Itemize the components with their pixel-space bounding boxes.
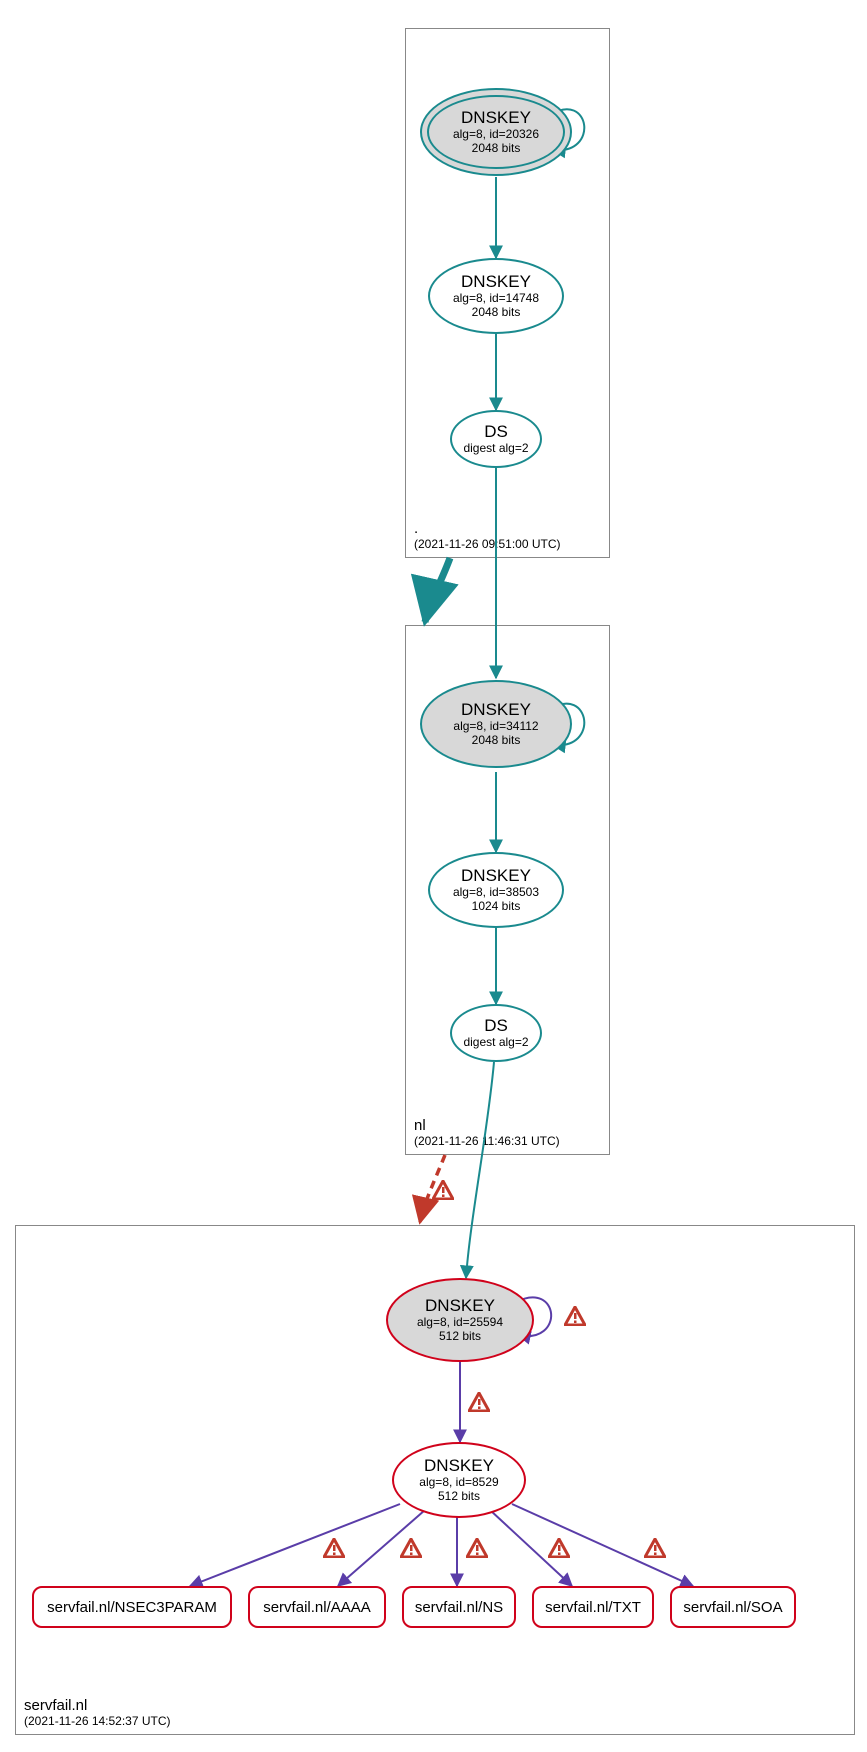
rrset-label: servfail.nl/NS bbox=[415, 1599, 503, 1616]
dnskey-nl-ksk: DNSKEY alg=8, id=34112 2048 bits bbox=[420, 680, 572, 768]
dnskey-nl-zsk: DNSKEY alg=8, id=38503 1024 bits bbox=[428, 852, 564, 928]
zone-nl-label: nl (2021-11-26 11:46:31 UTC) bbox=[414, 1117, 560, 1148]
node-sub2: 2048 bits bbox=[472, 734, 521, 748]
node-sub2: 2048 bits bbox=[472, 142, 521, 156]
rrset-label: servfail.nl/AAAA bbox=[263, 1599, 371, 1616]
node-title: DNSKEY bbox=[461, 866, 531, 886]
rrset-label: servfail.nl/SOA bbox=[683, 1599, 782, 1616]
node-title: DNSKEY bbox=[461, 700, 531, 720]
node-sub1: alg=8, id=34112 bbox=[453, 720, 538, 734]
zone-servfail-label: servfail.nl (2021-11-26 14:52:37 UTC) bbox=[24, 1697, 171, 1728]
node-title: DNSKEY bbox=[425, 1296, 495, 1316]
zone-sf-name: servfail.nl bbox=[24, 1697, 171, 1714]
ds-nl: DS digest alg=2 bbox=[450, 1004, 542, 1062]
zone-root-ts: (2021-11-26 09:51:00 UTC) bbox=[414, 537, 561, 551]
zone-root-name: . bbox=[414, 520, 561, 537]
node-sub2: 512 bits bbox=[439, 1330, 481, 1344]
warn-icon bbox=[432, 1180, 454, 1200]
dnskey-servfail-ksk: DNSKEY alg=8, id=25594 512 bits bbox=[386, 1278, 534, 1362]
node-sub2: 2048 bits bbox=[472, 306, 521, 320]
dnskey-root-zsk: DNSKEY alg=8, id=14748 2048 bits bbox=[428, 258, 564, 334]
node-title: DS bbox=[484, 422, 508, 442]
node-title: DNSKEY bbox=[461, 272, 531, 292]
ds-root: DS digest alg=2 bbox=[450, 410, 542, 468]
node-sub1: alg=8, id=20326 bbox=[453, 128, 539, 142]
node-sub2: 512 bits bbox=[438, 1490, 480, 1504]
zone-nl-ts: (2021-11-26 11:46:31 UTC) bbox=[414, 1134, 560, 1148]
rrset-nsec3param: servfail.nl/NSEC3PARAM bbox=[32, 1586, 232, 1628]
node-sub1: alg=8, id=25594 bbox=[417, 1316, 503, 1330]
zone-nl-name: nl bbox=[414, 1117, 560, 1134]
node-title: DS bbox=[484, 1016, 508, 1036]
node-sub1: alg=8, id=38503 bbox=[453, 886, 539, 900]
zone-root-label: . (2021-11-26 09:51:00 UTC) bbox=[414, 520, 561, 551]
rrset-aaaa: servfail.nl/AAAA bbox=[248, 1586, 386, 1628]
node-title: DNSKEY bbox=[461, 108, 531, 128]
node-sub2: 1024 bits bbox=[472, 900, 521, 914]
node-sub1: alg=8, id=8529 bbox=[419, 1476, 498, 1490]
dnskey-servfail-zsk: DNSKEY alg=8, id=8529 512 bits bbox=[392, 1442, 526, 1518]
rrset-label: servfail.nl/NSEC3PARAM bbox=[47, 1599, 217, 1616]
node-title: DNSKEY bbox=[424, 1456, 494, 1476]
rrset-soa: servfail.nl/SOA bbox=[670, 1586, 796, 1628]
zone-sf-ts: (2021-11-26 14:52:37 UTC) bbox=[24, 1714, 171, 1728]
node-sub1: digest alg=2 bbox=[463, 1036, 528, 1050]
rrset-label: servfail.nl/TXT bbox=[545, 1599, 641, 1616]
rrset-txt: servfail.nl/TXT bbox=[532, 1586, 654, 1628]
rrset-ns: servfail.nl/NS bbox=[402, 1586, 516, 1628]
node-sub1: alg=8, id=14748 bbox=[453, 292, 539, 306]
node-sub1: digest alg=2 bbox=[463, 442, 528, 456]
dnskey-root-ksk: DNSKEY alg=8, id=20326 2048 bits bbox=[420, 88, 572, 176]
